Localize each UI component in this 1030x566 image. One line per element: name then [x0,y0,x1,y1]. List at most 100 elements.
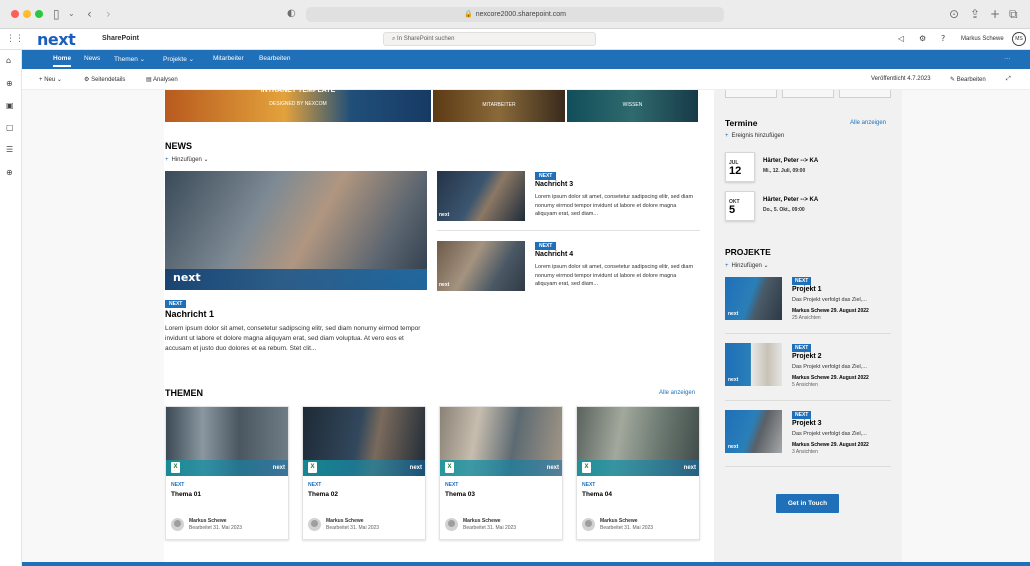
downloads-icon[interactable]: ⊙ [949,7,959,21]
sharepoint-header: ⋮⋮ next SharePoint ⌕ In SharePoint suche… [0,29,1030,50]
plus-icon: + [165,157,169,163]
share-icon[interactable]: ⇪ [970,7,980,21]
card-edited: Bearbeitet 31. Mai 2023 [189,525,243,531]
event-title[interactable]: Härter, Peter --> KA [763,197,818,203]
list-icon[interactable]: ☰ [6,145,13,154]
page-canvas: INTRANET TEMPLATE DESIGNED BY NEXCOM MIT… [22,87,1030,566]
news-add-button[interactable]: + Hinzufügen ⌄ [165,156,209,163]
card-title: Thema 01 [171,491,201,498]
hero-tile-wissen[interactable]: WISSEN [567,90,698,122]
close-window-button[interactable] [11,10,19,18]
card-title: Thema 02 [308,491,338,498]
nav-home[interactable]: Home [53,55,72,67]
image-watermark: next [439,282,450,288]
themen-card[interactable]: Xnext NEXT Thema 03 Markus Schewe Bearbe… [439,406,563,540]
globe-icon[interactable]: ⊕ [6,79,13,88]
logo[interactable]: next [37,30,76,49]
termine-show-all-link[interactable]: Alle anzeigen [850,120,886,126]
forward-icon[interactable]: › [106,7,111,21]
get-in-touch-button[interactable]: Get in Touch [776,494,839,513]
project-badge: NEXT [792,344,812,352]
card-edited: Bearbeitet 31. Mai 2023 [326,525,380,531]
analytics-button[interactable]: ▤ Analysen [146,76,178,83]
avatar[interactable]: MS [1012,32,1026,46]
megaphone-icon[interactable]: ◁ [898,34,904,43]
nav-news[interactable]: News [84,55,100,62]
project-title[interactable]: Projekt 3 [792,420,822,427]
nav-mitarbeiter[interactable]: Mitarbeiter [213,55,244,62]
themen-card[interactable]: Xnext NEXT Thema 01 Markus Schewe Bearbe… [165,406,289,540]
user-name[interactable]: Markus Schewe [961,36,1004,42]
nav-edit[interactable]: Bearbeiten [259,55,290,62]
site-navigation: Home News Themen ⌄ Projekte ⌄ Mitarbeite… [22,50,1030,69]
project-image[interactable]: next [725,343,782,386]
image-watermark: next [173,271,201,284]
app-launcher-icon[interactable]: ⋮⋮ [6,32,24,46]
project-image[interactable]: next [725,277,782,320]
news-main-image[interactable]: next [165,171,427,290]
projekte-add-button[interactable]: + Hinzufügen ⌄ [725,262,769,269]
news-item-text: Lorem ipsum dolor sit amet, consetetur s… [535,264,694,287]
url-text: nexcore2000.sharepoint.com [475,11,566,18]
themen-card[interactable]: Xnext NEXT Thema 02 Markus Schewe Bearbe… [302,406,426,540]
hero-tile-mitarbeiter[interactable]: MITARBEITER [433,90,565,122]
address-bar[interactable]: 🔒 nexcore2000.sharepoint.com [306,7,724,22]
site-name[interactable]: SharePoint [102,35,139,42]
add-circle-icon[interactable]: ⊕ [6,168,13,177]
new-tab-icon[interactable]: + [990,7,1000,21]
gear-icon[interactable]: ⚙ [919,34,926,43]
browser-toolbar: ▯ ⌄ ‹ › ◐ 🔒 nexcore2000.sharepoint.com ⊙ … [0,0,1030,29]
chart-icon: ▤ [146,77,152,83]
card-edited: Bearbeitet 31. Mai 2023 [600,525,654,531]
home-icon[interactable]: ⌂ [6,56,11,65]
project-title[interactable]: Projekt 2 [792,353,822,360]
news-main-title[interactable]: Nachricht 1 [165,309,214,319]
image-watermark: next [728,444,739,450]
help-icon[interactable]: ? [941,34,945,43]
page-details-button[interactable]: ⚙ Seitendetails [84,76,125,83]
edit-page-button[interactable]: ✎ Bearbeiten [950,76,986,83]
news-item-image[interactable]: next [437,171,525,221]
project-image[interactable]: next [725,410,782,453]
main-column: INTRANET TEMPLATE DESIGNED BY NEXCOM MIT… [164,87,714,562]
nav-more[interactable]: ··· [1004,55,1011,62]
event-date-tile: OKT 5 [725,191,755,221]
zoom-window-button[interactable] [35,10,43,18]
themen-show-all-link[interactable]: Alle anzeigen [659,390,695,396]
minimize-window-button[interactable] [23,10,31,18]
file-icon[interactable]: ▢ [6,123,14,132]
project-meta: Markus Schewe 29. August 2022 [792,375,869,381]
nav-projekte[interactable]: Projekte ⌄ [163,55,194,63]
news-item-title[interactable]: Nachricht 4 [535,251,573,258]
tabs-overview-icon[interactable]: ⧉ [1009,7,1018,21]
card-tag: NEXT [171,482,185,488]
hero-tile-intranet[interactable]: INTRANET TEMPLATE DESIGNED BY NEXCOM [165,87,431,122]
news-icon[interactable]: ▣ [6,101,14,110]
image-watermark: next [409,465,422,471]
chevron-down-icon: ⌄ [56,77,62,83]
project-views: 5 Ansichten [792,382,818,388]
nav-themen[interactable]: Themen ⌄ [114,55,145,63]
event-date: Do., 5. Okt., 09:00 [763,207,805,213]
excel-icon: X [171,462,180,473]
pencil-icon: ✎ [950,77,956,83]
expand-icon[interactable]: ⤢ [1006,76,1011,83]
project-views: 3 Ansichten [792,449,818,455]
event-date: Mi., 12. Juli, 09:00 [763,168,806,174]
event-title[interactable]: Härter, Peter --> KA [763,158,818,164]
card-tag: NEXT [445,482,459,488]
search-input[interactable]: ⌕ In SharePoint suchen [383,32,596,46]
new-button[interactable]: + Neu ⌄ [39,76,62,83]
back-icon[interactable]: ‹ [87,7,92,21]
project-title[interactable]: Projekt 1 [792,286,822,293]
card-tag: NEXT [582,482,596,488]
news-item-title[interactable]: Nachricht 3 [535,181,573,188]
privacy-shield-icon[interactable]: ◐ [287,7,296,21]
themen-heading: THEMEN [165,388,203,398]
projekte-heading: PROJEKTE [725,247,771,257]
add-event-button[interactable]: + Ereignis hinzufügen [725,133,784,139]
news-item-image[interactable]: next [437,241,525,291]
chevron-down-icon[interactable]: ⌄ [68,7,75,21]
sidebar-toggle-icon[interactable]: ▯ [53,7,60,21]
themen-card[interactable]: Xnext NEXT Thema 04 Markus Schewe Bearbe… [576,406,700,540]
